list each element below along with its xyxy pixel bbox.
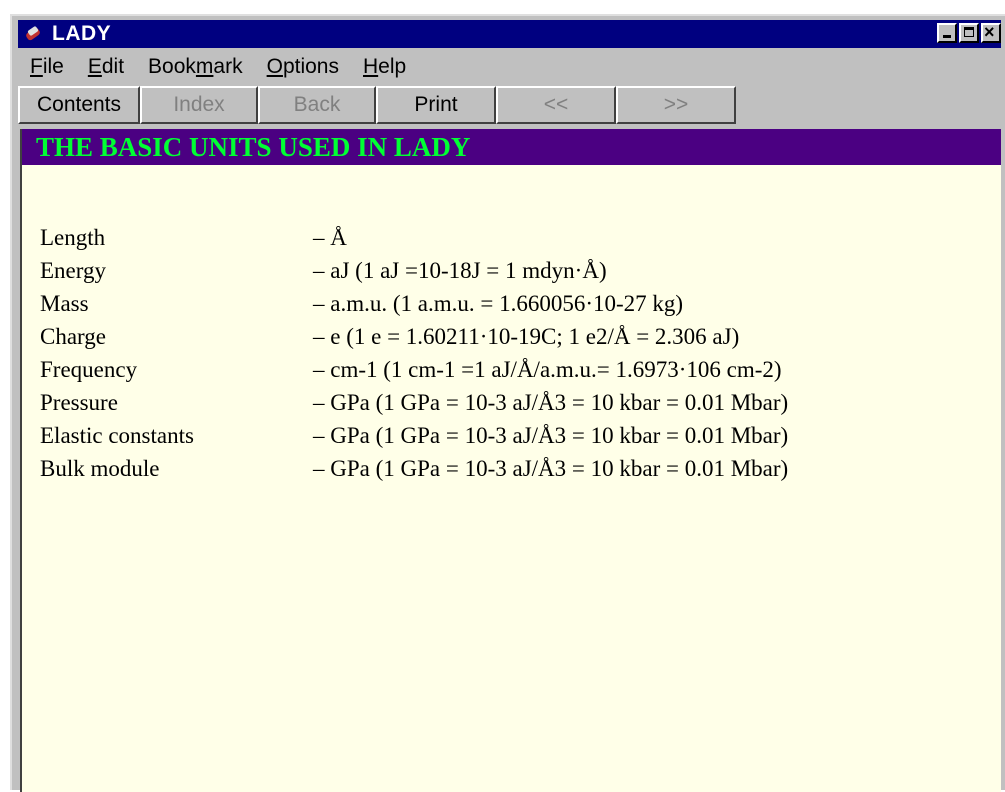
contents-button[interactable]: Contents — [18, 86, 140, 124]
unit-value: – cm-1 (1 cm-1 =1 aJ/Å/a.m.u.= 1.6973·10… — [313, 356, 782, 382]
window-controls: × — [937, 22, 1001, 43]
unit-row: Length – Å — [40, 221, 788, 254]
unit-row: Pressure – GPa (1 GPa = 10-3 aJ/Å3 = 10 k… — [40, 386, 788, 419]
unit-name: Bulk module — [40, 455, 160, 481]
menu-file[interactable]: File — [18, 55, 76, 79]
minimize-button[interactable] — [937, 23, 957, 43]
menu-bookmark[interactable]: Bookmark — [136, 55, 255, 79]
menu-edit[interactable]: Edit — [76, 55, 136, 79]
unit-name: Energy — [40, 257, 107, 283]
unit-value: – e (1 e = 1.60211·10-19C; 1 e2/Å = 2.30… — [313, 323, 740, 349]
unit-value: – GPa (1 GPa = 10-3 aJ/Å3 = 10 kbar = 0.… — [313, 422, 789, 448]
unit-row: Bulk module – GPa (1 GPa = 10-3 aJ/Å3 = 1… — [40, 452, 788, 485]
menu-bar: File Edit Bookmark Options Help — [18, 50, 418, 84]
unit-name: Elastic constants — [40, 422, 194, 448]
unit-name: Frequency — [40, 356, 138, 382]
minimize-icon — [943, 35, 951, 38]
close-icon: × — [984, 22, 995, 42]
units-list: Length – Å Energy – aJ (1 aJ =10-18J = 1 m… — [40, 221, 788, 485]
app-icon[interactable] — [24, 24, 44, 44]
next-button[interactable]: >> — [616, 86, 736, 124]
unit-value: – Å — [313, 224, 347, 250]
unit-value: – GPa (1 GPa = 10-3 aJ/Å3 = 10 kbar = 0.… — [313, 455, 789, 481]
unit-name: Length — [40, 224, 106, 250]
unit-row: Energy – aJ (1 aJ =10-18J = 1 mdyn·Å) — [40, 254, 788, 287]
back-button[interactable]: Back — [258, 86, 376, 124]
app-window: LADY × File Edit Bookmark Options Help C… — [10, 14, 1005, 792]
page-heading: THE BASIC UNITS USED IN LADY — [22, 129, 1001, 165]
unit-name: Pressure — [40, 389, 118, 415]
unit-row: Mass – a.m.u. (1 a.m.u. = 1.660056·10-27 … — [40, 287, 788, 320]
unit-name: Charge — [40, 323, 107, 349]
menu-options[interactable]: Options — [255, 55, 351, 79]
help-content: THE BASIC UNITS USED IN LADY Length – Å E… — [20, 129, 1001, 792]
unit-name: Mass — [40, 290, 89, 316]
index-button[interactable]: Index — [140, 86, 258, 124]
print-button[interactable]: Print — [376, 86, 496, 124]
button-bar: Contents Index Back Print << >> — [18, 86, 1001, 126]
unit-row: Elastic constants – GPa (1 GPa = 10-3 aJ/… — [40, 419, 788, 452]
maximize-button[interactable] — [959, 23, 979, 43]
window-title: LADY — [52, 22, 112, 45]
unit-value: – GPa (1 GPa = 10-3 aJ/Å3 = 10 kbar = 0.… — [313, 389, 789, 415]
title-bar[interactable]: LADY × — [18, 20, 1001, 48]
close-button[interactable]: × — [981, 22, 1001, 43]
unit-value: – aJ (1 aJ =10-18J = 1 mdyn·Å) — [313, 257, 607, 283]
menu-help[interactable]: Help — [351, 55, 418, 79]
unit-row: Charge – e (1 e = 1.60211·10-19C; 1 e2/Å … — [40, 320, 788, 353]
prev-button[interactable]: << — [496, 86, 616, 124]
unit-row: Frequency – cm-1 (1 cm-1 =1 aJ/Å/a.m.u.= … — [40, 353, 788, 386]
maximize-icon — [964, 27, 974, 37]
unit-value: – a.m.u. (1 a.m.u. = 1.660056·10-27 kg) — [313, 290, 684, 316]
